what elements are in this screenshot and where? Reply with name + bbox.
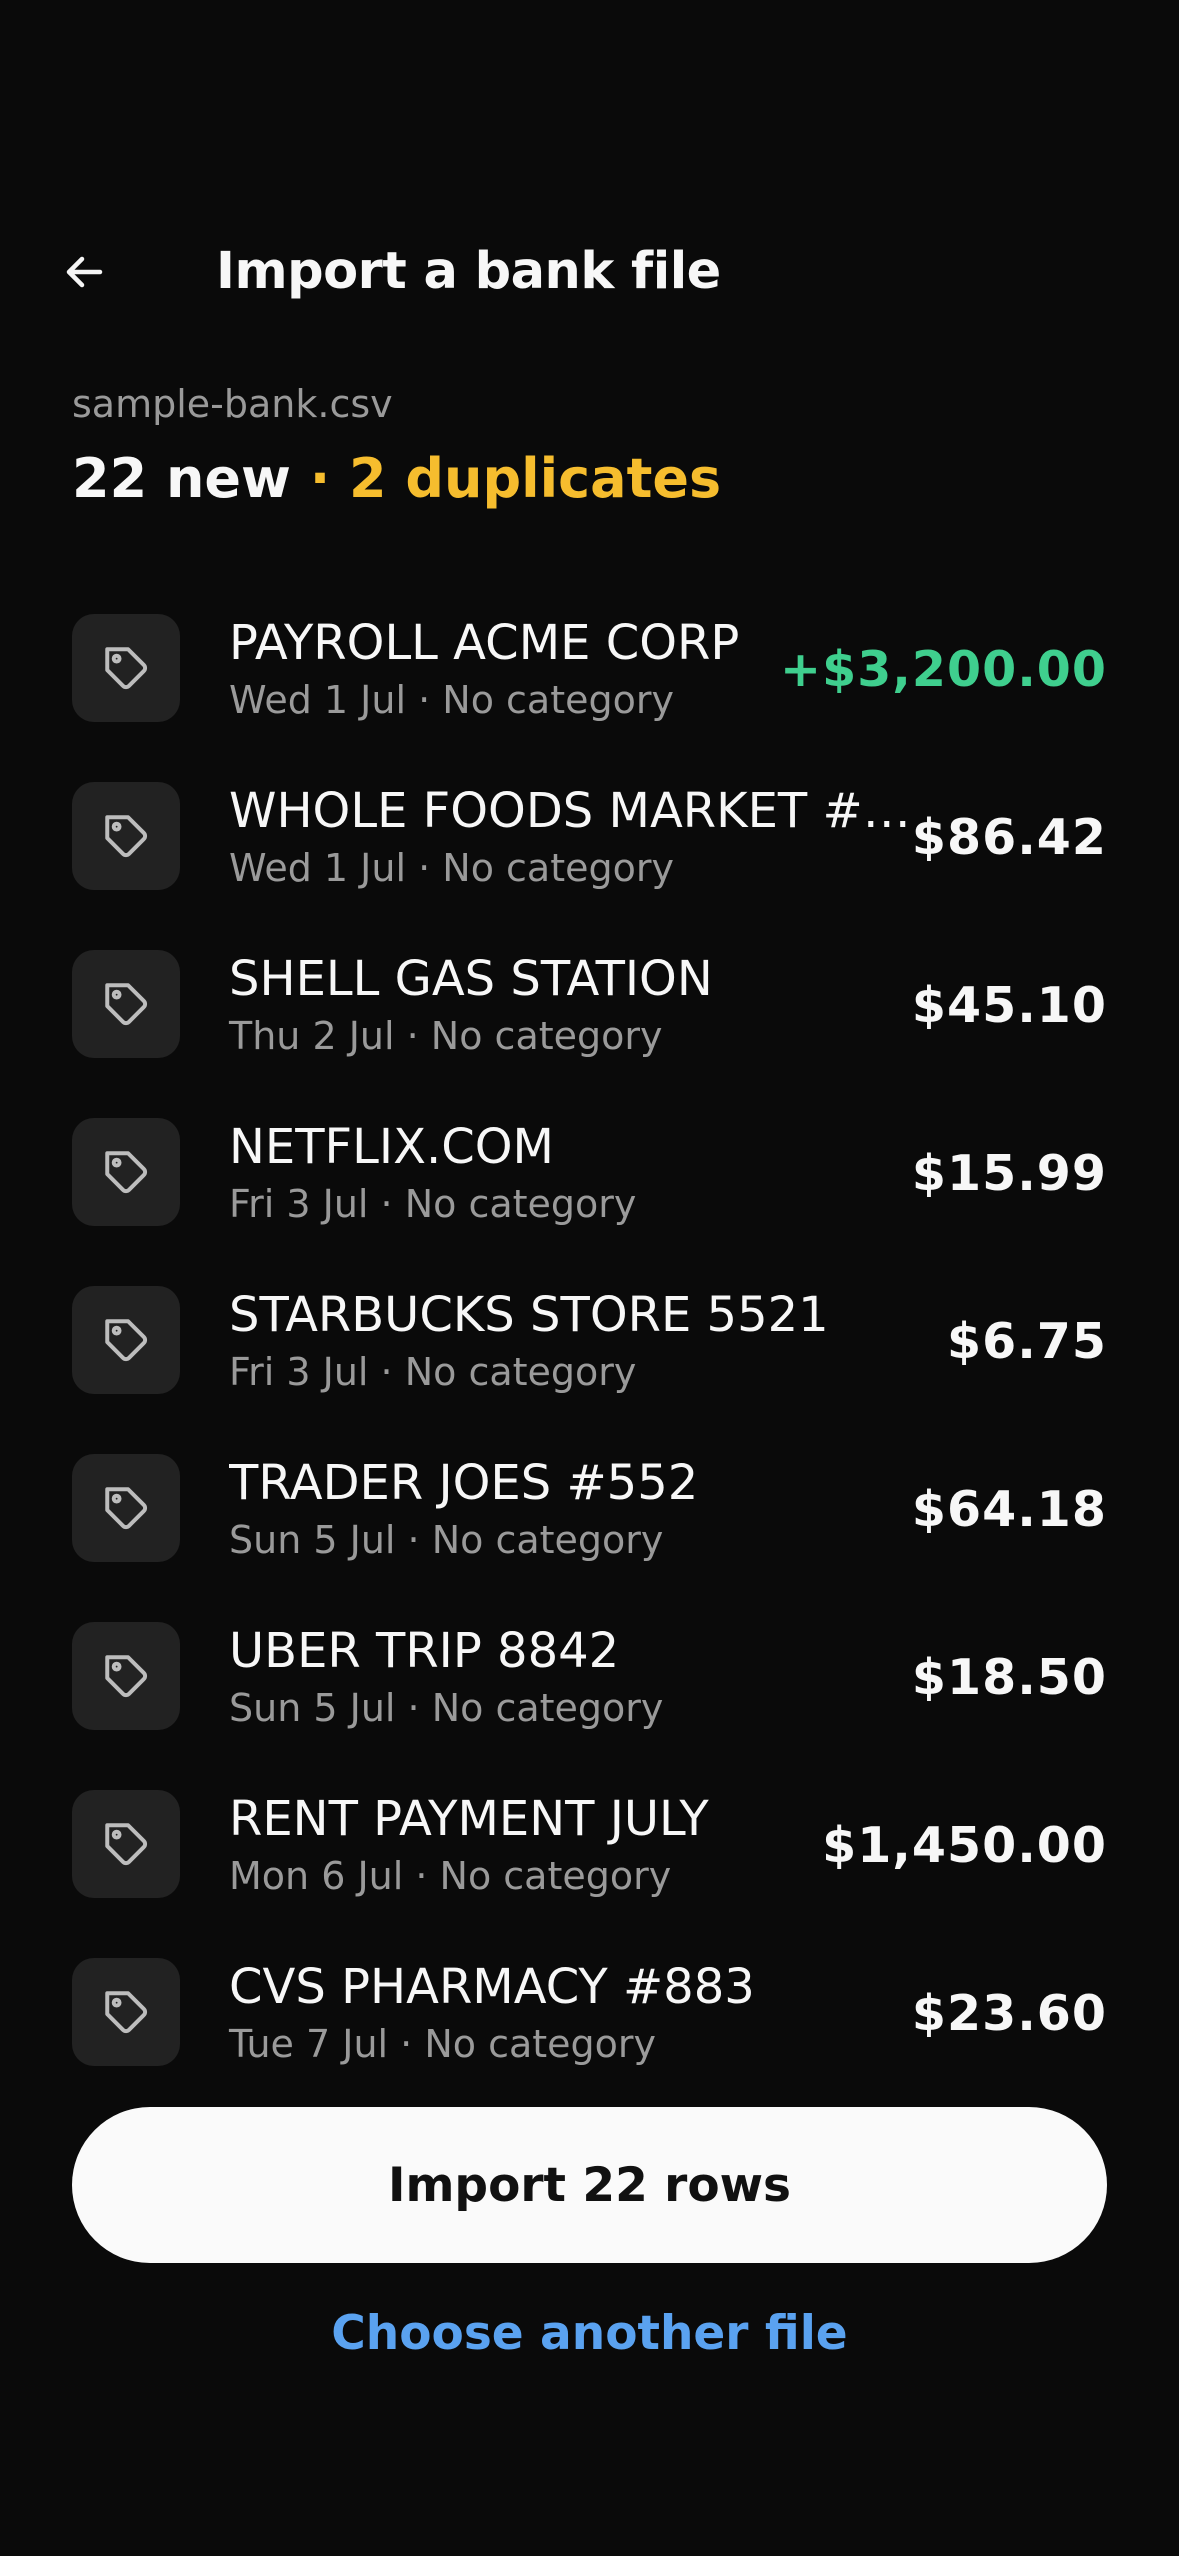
tag-icon: [72, 1454, 180, 1562]
transaction-title: CVS PHARMACY #883: [229, 1959, 755, 2015]
header-bar: Import a bank file: [0, 220, 1179, 320]
transaction-subtitle: Thu 2 Jul · No category: [229, 1014, 663, 1058]
transaction-subtitle: Fri 3 Jul · No category: [229, 1182, 637, 1226]
transaction-subtitle: Sun 5 Jul · No category: [229, 1518, 664, 1562]
transaction-subtitle: Wed 1 Jul · No category: [229, 846, 674, 890]
transaction-amount: $15.99: [911, 1145, 1107, 1202]
new-count: 22 new: [72, 447, 291, 510]
transaction-amount: $18.50: [911, 1649, 1107, 1706]
transaction-subtitle: Mon 6 Jul · No category: [229, 1854, 672, 1898]
import-rows-button[interactable]: Import 22 rows: [72, 2107, 1107, 2263]
transaction-title: WHOLE FOODS MARKET #…: [229, 783, 911, 839]
transaction-subtitle: Tue 7 Jul · No category: [229, 2022, 657, 2066]
arrow-left-icon: [66, 256, 103, 288]
transaction-title: UBER TRIP 8842: [229, 1623, 620, 1679]
transaction-row[interactable]: STARBUCKS STORE 5521 Fri 3 Jul · No categ…: [72, 1282, 1107, 1450]
transaction-subtitle: Fri 3 Jul · No category: [229, 1350, 637, 1394]
transaction-row[interactable]: RENT PAYMENT JULY Mon 6 Jul · No category…: [72, 1786, 1107, 1954]
choose-another-file-link[interactable]: Choose another file: [0, 2304, 1179, 2364]
transaction-row[interactable]: NETFLIX.COM Fri 3 Jul · No category $15.99: [72, 1114, 1107, 1282]
transaction-title: TRADER JOES #552: [229, 1455, 699, 1511]
transaction-amount: $6.75: [947, 1313, 1107, 1370]
transaction-amount: +$3,200.00: [780, 641, 1107, 698]
transaction-subtitle: Wed 1 Jul · No category: [229, 678, 674, 722]
transaction-row[interactable]: WHOLE FOODS MARKET #… Wed 1 Jul · No cate…: [72, 778, 1107, 946]
tag-icon: [72, 950, 180, 1058]
back-button[interactable]: [52, 240, 116, 304]
tag-icon: [72, 1958, 180, 2066]
tag-icon: [72, 614, 180, 722]
transaction-title: SHELL GAS STATION: [229, 951, 713, 1007]
file-name: sample-bank.csv: [72, 382, 393, 426]
tag-icon: [72, 1790, 180, 1898]
transaction-row[interactable]: TRADER JOES #552 Sun 5 Jul · No category $…: [72, 1450, 1107, 1618]
transaction-amount: $1,450.00: [822, 1817, 1107, 1874]
transaction-amount: $45.10: [911, 977, 1107, 1034]
import-summary: 22 new · 2 duplicates: [72, 446, 721, 512]
tag-icon: [72, 1118, 180, 1226]
transaction-row[interactable]: PAYROLL ACME CORP Wed 1 Jul · No category…: [72, 610, 1107, 778]
tag-icon: [72, 782, 180, 890]
transaction-amount: $86.42: [911, 809, 1107, 866]
transaction-list: PAYROLL ACME CORP Wed 1 Jul · No category…: [72, 610, 1107, 2122]
transaction-row[interactable]: UBER TRIP 8842 Sun 5 Jul · No category $18…: [72, 1618, 1107, 1786]
tag-icon: [72, 1622, 180, 1730]
duplicates-count: · 2 duplicates: [290, 447, 722, 510]
transaction-title: NETFLIX.COM: [229, 1119, 554, 1175]
transaction-title: STARBUCKS STORE 5521: [229, 1287, 829, 1343]
page-title: Import a bank file: [216, 242, 721, 301]
transaction-amount: $64.18: [911, 1481, 1107, 1538]
tag-icon: [72, 1286, 180, 1394]
transaction-amount: $23.60: [911, 1985, 1107, 2042]
transaction-row[interactable]: CVS PHARMACY #883 Tue 7 Jul · No category…: [72, 1954, 1107, 2122]
transaction-row[interactable]: SHELL GAS STATION Thu 2 Jul · No category…: [72, 946, 1107, 1114]
transaction-subtitle: Sun 5 Jul · No category: [229, 1686, 664, 1730]
